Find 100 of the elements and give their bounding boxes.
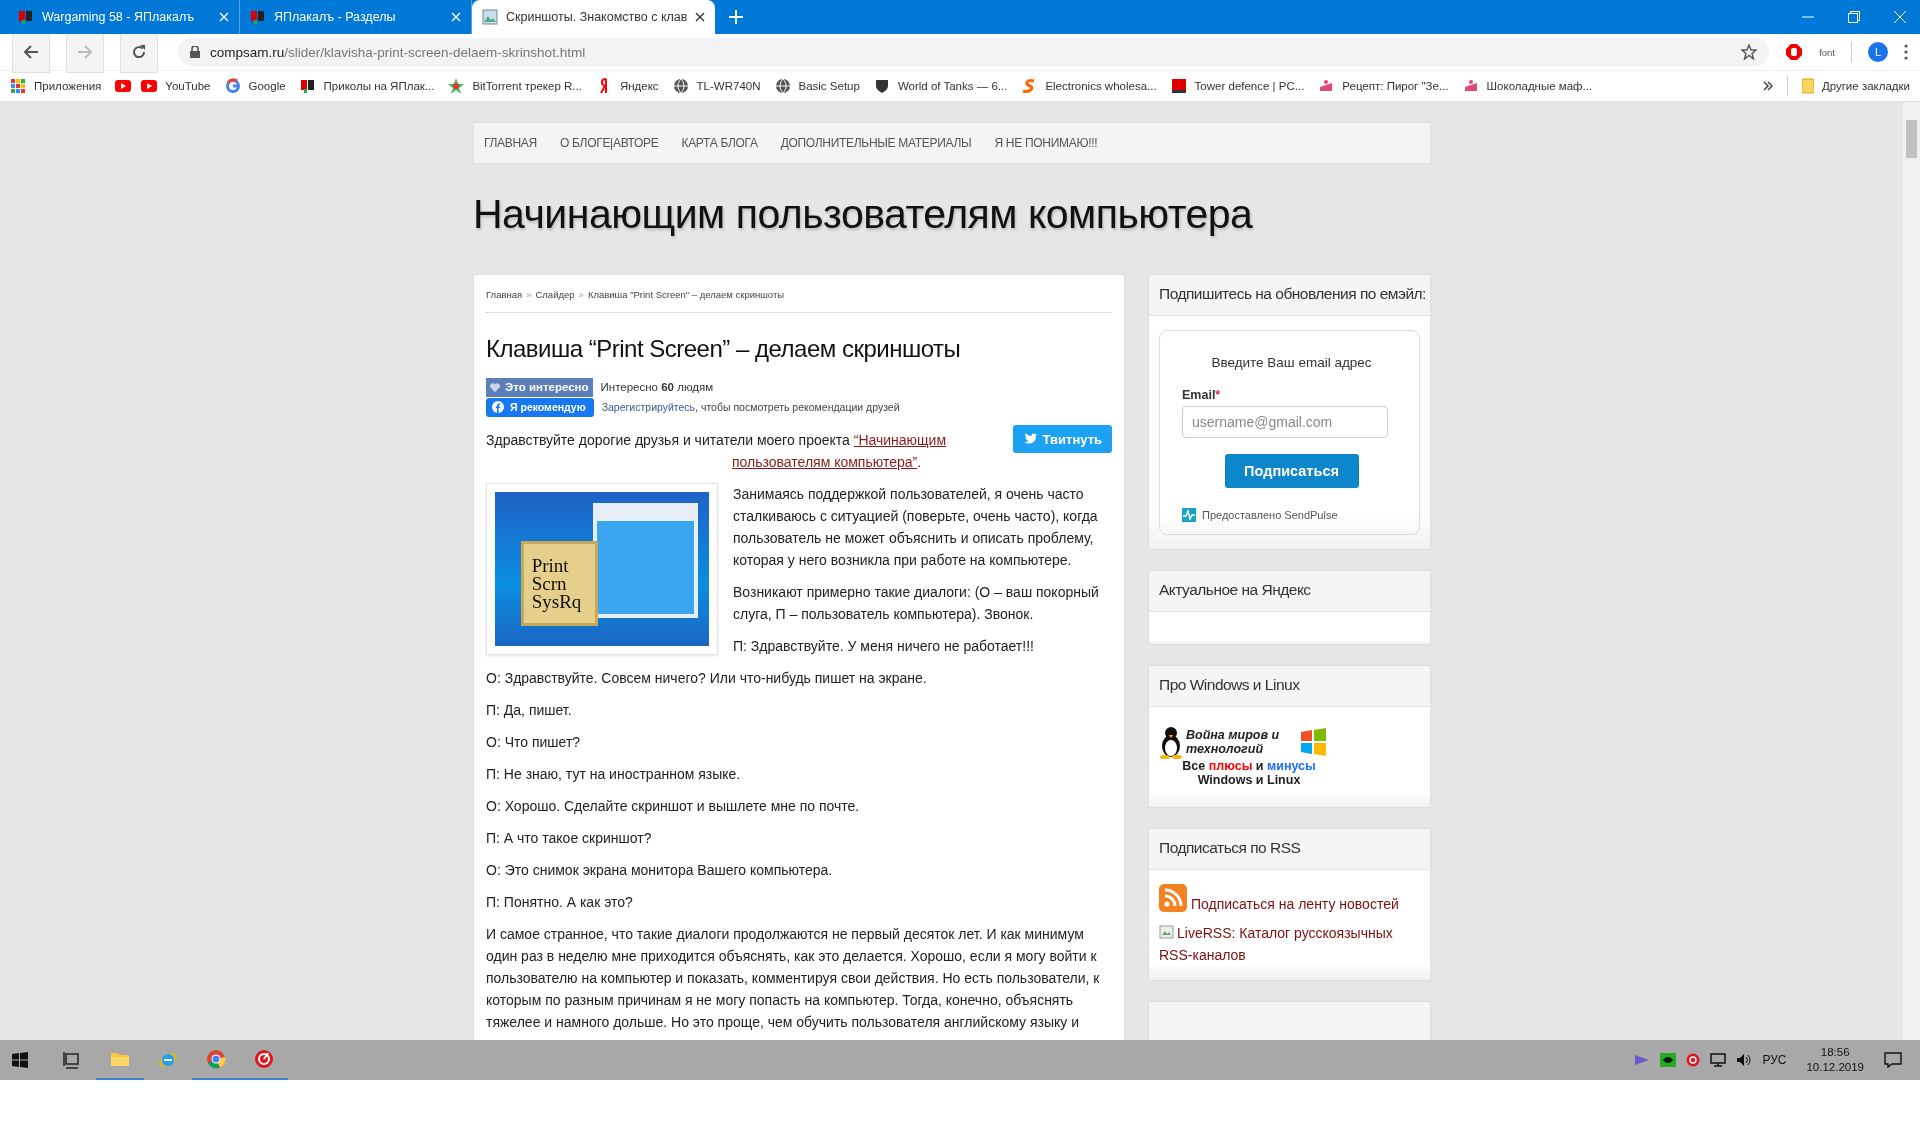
facebook-icon [492,401,504,413]
bookmark[interactable]: Google [224,78,288,94]
link[interactable]: пользователям компьютера” [732,454,918,470]
gauge-icon [254,1049,274,1069]
address-field[interactable]: compsam.ru/slider/klavisha-print-screen-delaem-skrinshot.html [178,38,1770,66]
browser-tab[interactable]: Скриншоты. Знакомство с клав [472,0,716,34]
menu-icon [1904,44,1908,60]
paragraph: П: Не знаю, тут на иностранном языке. [486,765,742,784]
paragraph: Занимаясь поддержкой пользователей, я очень часто сталкиваюсь с ситуацией (поверьте, очень часто), когда пользователь не может объяснить и описать проблему, которая у него возникла при работе на компьютере. [733,485,1099,570]
bookmark[interactable]: Яндекс [595,78,661,94]
flag-icon [250,9,266,25]
close-icon [451,12,461,22]
banner-text: Все плюсы и минусы [1181,759,1317,773]
close-icon [695,12,706,22]
nav-link[interactable]: ГЛАВНАЯ [484,136,537,150]
network-icon [1710,1053,1727,1067]
paragraph: О: Здравствуйте. Совсем ничего? Или что-нибудь пишет на экране. [486,669,928,688]
scrollbar[interactable] [1903,102,1920,1040]
scrollbar-thumb[interactable] [1906,120,1917,158]
bookmark[interactable]: BitTorrent трекер R... [448,78,584,94]
rss-icon [1159,884,1187,912]
rss-link[interactable]: Подписаться на ленту новостей [1191,896,1399,912]
nav-link[interactable]: О БЛОГЕ|АВТОРЕ [559,136,659,150]
email-field[interactable]: username@gmail.com [1182,406,1388,438]
eye-icon [1660,1053,1677,1067]
extension-label[interactable]: font [1819,46,1835,58]
language-indicator[interactable]: РУС [1762,1053,1787,1067]
key-label: SysRq [531,592,583,611]
bookmark[interactable] [115,78,132,94]
site-title: Начинающим пользователям компьютера [473,190,1254,239]
windows-logo-icon [12,1052,28,1068]
paragraph: И самое странное, что такие диалоги продолжаются не первый десяток лет. И как минимум один раз в неделю мне приходится объяснять, как это делается. Хорошо, если я могу войти к пользователю на компьютер и показать, комментируя свои действия. Но есть пользователи, к которым по разным причинам я не могу попасть на компьютер. Тогда, конечно, объяснять тяжелее и намного дольше. Но это проще, чем обучить пользователя английскому языку и [486,925,1101,1032]
bookmark[interactable]: YouTube [141,78,213,94]
bookmark[interactable]: World of Tanks — 6... [873,78,1010,94]
paragraph: Возникают примерно такие диалоги: (О – ваш покорный слуга, П – пользователь компьютера). Звонок. [733,583,1100,624]
stop-sign-icon [1785,43,1804,61]
gauge-icon [1686,1053,1701,1067]
grid-icon [10,78,26,94]
penguin-icon [1159,725,1183,759]
credit-text: Предоставлено SendPulse [1202,509,1338,521]
bookmark-folder[interactable]: Другие закладки [1801,78,1910,94]
restore-icon [1848,11,1860,23]
paragraph: П: Здравствуйте. У меня ничего не работает!!! [733,637,1035,656]
ring-icon [224,78,241,94]
bookmark[interactable]: Рецепт: Пирог "Зе... [1318,78,1451,94]
bookmark[interactable]: Приложения [10,78,104,94]
bookmark[interactable]: Шоколадные маф... [1462,78,1595,94]
nav-link[interactable]: Я НЕ ПОНИМАЮ!!! [994,136,1098,150]
picture-icon [482,9,498,25]
folder-icon [1801,78,1814,94]
task-view-icon [62,1050,82,1070]
square-icon [1170,78,1187,94]
widget-title: Подписаться по RSS [1149,829,1430,870]
bookmark[interactable]: Приколы на ЯПлак... [299,78,437,94]
bookmark[interactable]: Tower defence | PC... [1170,78,1307,94]
nav-link[interactable]: ДОПОЛНИТЕЛЬНЫЕ МАТЕРИАЛЫ [780,136,972,150]
link[interactable]: “Начинающим [853,432,947,448]
recommend-button[interactable]: Я рекомендую [486,397,594,417]
broken-image-alt-text: LiveRSS: Каталог русскоязычных RSS-каналов [1159,923,1394,965]
like-button[interactable]: Это интересно [486,377,593,397]
url-text: compsam.ru/slider/klavisha-print-screen-delaem-skrinshot.html [210,44,587,60]
paragraph: П: Понятно. А как это? [486,893,634,912]
close-icon [1894,11,1906,23]
key-label: Scrn [531,574,568,593]
star-icon [1741,44,1758,60]
bookmark[interactable]: Basic Setup [774,78,862,94]
key-label: Print [531,556,570,575]
breadcrumb-link[interactable]: Слайдер [535,289,575,300]
bookmark[interactable]: TL-WR740N [672,78,763,94]
clock-time[interactable]: 18:56 [1820,1045,1850,1060]
nav-link[interactable]: КАРТА БЛОГА [681,136,758,150]
play-icon [141,78,158,94]
like-count: Интересно 60 людям [600,381,714,393]
register-text: Зарегистрируйтесь, чтобы посмотреть рекомендации друзей [601,401,900,413]
shield-icon [873,78,890,94]
triangle-icon [1634,1054,1651,1066]
play-icon [115,78,132,94]
notification-icon [1884,1052,1902,1068]
star-icon [448,78,465,94]
cake-icon [1318,78,1335,94]
subscribe-button[interactable]: Подписаться [1224,454,1359,488]
clock-date[interactable]: 10.12.2019 [1806,1060,1864,1075]
paragraph: П: Да, пишет. [486,701,573,720]
paragraph: О: Что пишет? [486,733,582,752]
bird-icon [1022,433,1037,445]
paragraph: О: Хорошо. Сделайте скриншот и вышлете мне по почте. [486,797,861,816]
widget-title: Актуальное на Яндекс [1149,571,1430,612]
breadcrumb-link[interactable]: Главная [486,289,523,300]
form-prompt: Введите Ваш email адрес [1210,355,1373,370]
chrome-icon [206,1049,226,1069]
breadcrumb-current: Клавиша "Print Screen" – делаем скриншоты [587,289,785,300]
lock-icon [190,46,200,58]
field-label: Email* [1182,388,1222,402]
bookmark[interactable]: Electronics wholesa... [1021,78,1159,94]
pulse-icon [1182,508,1196,522]
speaker-icon [1736,1053,1753,1067]
heart-icon [490,382,500,392]
plus-icon [729,10,744,24]
widget-title: Про Windows и Linux [1149,666,1430,707]
profile-avatar[interactable]: L [1868,42,1888,62]
